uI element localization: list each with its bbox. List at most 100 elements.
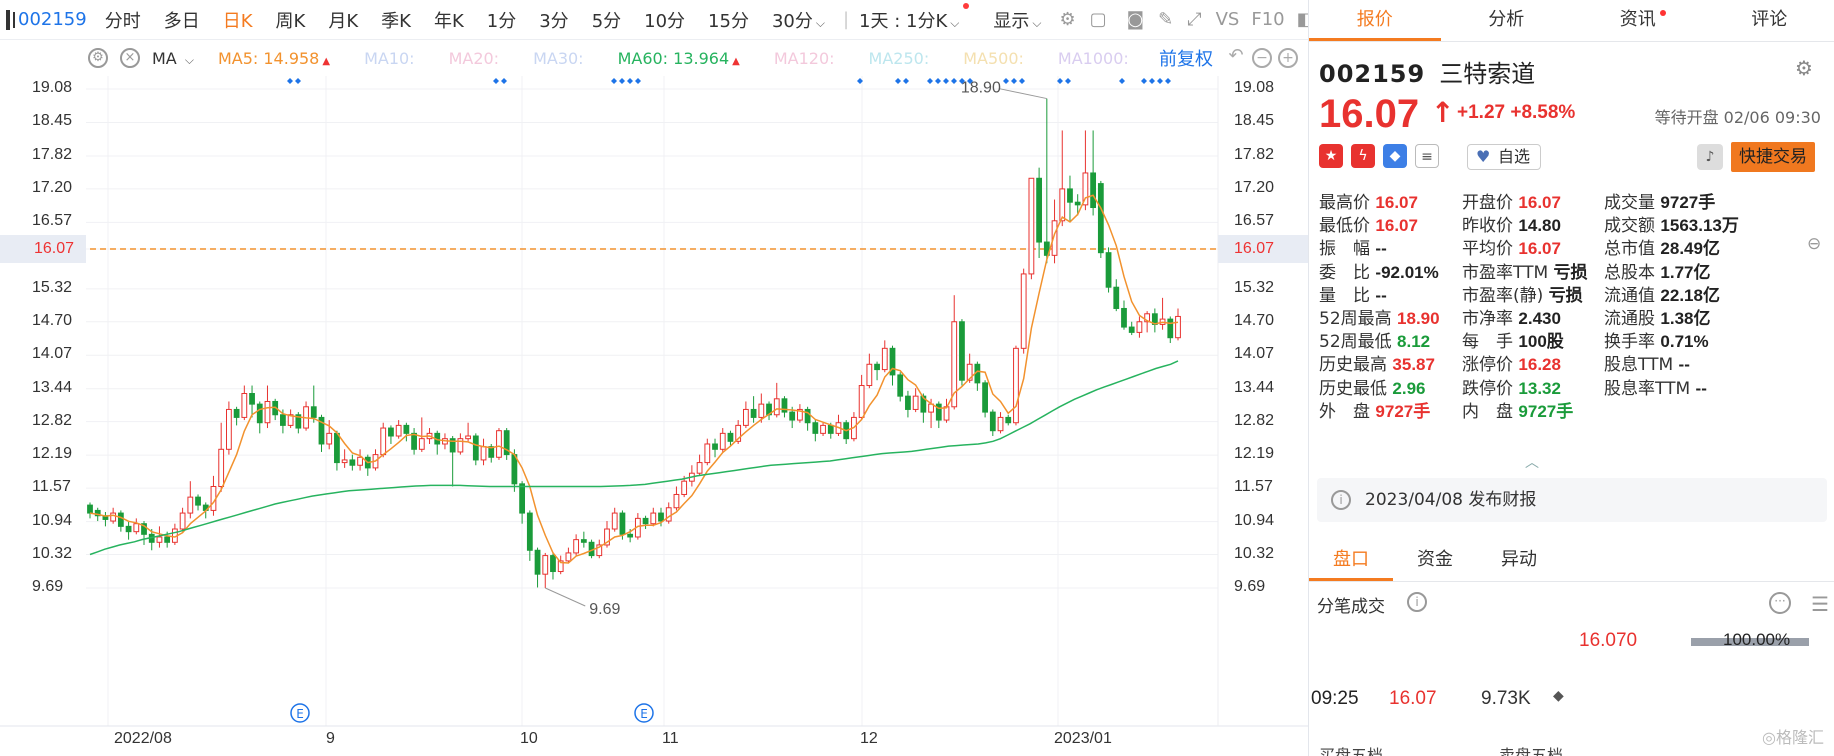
period-tab[interactable]: 月K <box>328 7 358 33</box>
range-dropdown[interactable]: 1天 : 1分K ⌵ <box>859 2 970 33</box>
tab-3[interactable]: 评论 <box>1704 0 1834 41</box>
notes-icon[interactable]: ≡ <box>1415 144 1439 168</box>
collapse-icon[interactable]: ︿ <box>1525 452 1539 472</box>
tab-1[interactable]: 分析 <box>1441 0 1573 41</box>
tick-volume: 9.73K <box>1481 688 1531 709</box>
stat-value: 9727手 <box>1518 401 1574 421</box>
event-diamond-icon[interactable] <box>935 78 941 84</box>
event-diamond-icon[interactable] <box>295 78 301 84</box>
period-tab[interactable]: 5分 <box>592 7 621 33</box>
event-diamond-icon[interactable] <box>895 78 901 84</box>
earnings-event-icon[interactable]: E <box>290 703 310 723</box>
subtab-1[interactable]: 资金 <box>1393 540 1477 581</box>
candle <box>766 401 772 421</box>
event-diamond-icon[interactable] <box>943 78 949 84</box>
event-diamond-icon[interactable] <box>287 78 293 84</box>
event-diamond-icon[interactable] <box>951 78 957 84</box>
stat-value: 18.90 <box>1397 309 1440 328</box>
event-diamond-icon[interactable] <box>1065 78 1071 84</box>
candle <box>550 552 556 580</box>
tab-2[interactable]: 资讯 <box>1572 0 1704 41</box>
event-diamond-icon[interactable] <box>493 78 499 84</box>
kline-chart[interactable]: 18.90 9.69 E E <box>0 76 1308 756</box>
period-tab[interactable]: 年K <box>434 7 464 33</box>
candle <box>303 401 309 431</box>
earnings-event-icon[interactable]: E <box>634 703 654 723</box>
quote-actions: ★ ϟ ◆ ≡ ♥ 自选 ♪ 快捷交易 <box>1319 140 1825 172</box>
gear-icon[interactable]: ⚙ <box>1795 56 1819 80</box>
zoom-out-icon[interactable]: − <box>1252 48 1272 68</box>
event-diamond-icon[interactable] <box>1165 78 1171 84</box>
candle-body <box>179 512 186 530</box>
candle <box>102 512 109 527</box>
candle <box>195 494 201 511</box>
ma-selector[interactable]: MA ⌵ <box>152 49 194 68</box>
settings-icon[interactable]: ⚙ <box>1059 9 1075 31</box>
candle <box>835 414 842 437</box>
candle <box>418 417 425 452</box>
event-diamond-icon[interactable] <box>619 78 625 84</box>
event-diamond-icon[interactable] <box>501 78 507 84</box>
candle-body <box>719 432 726 450</box>
candle-body <box>580 539 587 543</box>
subtab-2[interactable]: 异动 <box>1477 540 1561 581</box>
y-tick-label: 18.45 <box>32 112 73 130</box>
watchlist-button[interactable]: ♥ 自选 <box>1467 144 1541 170</box>
event-diamond-icon[interactable] <box>1141 78 1147 84</box>
event-diamond-icon[interactable] <box>611 78 617 84</box>
period-tab[interactable]: 15分 <box>708 7 749 33</box>
stock-code[interactable]: 002159 <box>18 9 87 30</box>
compare-button[interactable]: VS <box>1216 9 1240 30</box>
more-icon[interactable]: ··· <box>1769 592 1791 614</box>
candle-body <box>1097 183 1104 254</box>
rectangle-icon[interactable]: ▢ <box>1090 9 1107 31</box>
quick-trade-button[interactable]: 快捷交易 <box>1731 142 1815 172</box>
tag-icon[interactable]: ◆ <box>1383 144 1407 168</box>
bell-icon[interactable]: ♪ <box>1697 144 1723 170</box>
period-tab[interactable]: 10分 <box>644 7 685 33</box>
event-diamond-icon[interactable] <box>635 78 641 84</box>
f10-button[interactable]: F10 <box>1251 9 1284 30</box>
fullscreen-icon[interactable]: ⤢ <box>1187 9 1201 31</box>
undo-icon[interactable]: ↶ <box>1226 47 1246 68</box>
period-tab[interactable]: 分时 <box>105 7 141 33</box>
period-tab[interactable]: 周K <box>276 7 306 33</box>
event-diamond-icon[interactable] <box>1149 78 1155 84</box>
info-icon[interactable]: i <box>1407 592 1427 612</box>
candle-body <box>326 432 333 445</box>
stat-value: 8.12 <box>1397 332 1431 352</box>
menu-icon[interactable]: ☰ <box>1811 592 1829 616</box>
period-tab[interactable]: 日K <box>223 7 253 33</box>
event-diamond-icon[interactable] <box>927 78 933 84</box>
sidebar-toggle-icon[interactable] <box>6 9 15 30</box>
period-tab[interactable]: 1分 <box>487 7 516 33</box>
close-icon[interactable]: × <box>120 48 140 68</box>
event-diamond-icon[interactable] <box>1019 78 1025 84</box>
event-diamond-icon[interactable] <box>1157 78 1163 84</box>
tab-0[interactable]: 报价 <box>1309 0 1441 41</box>
event-diamond-icon[interactable] <box>1119 78 1125 84</box>
more-icon[interactable]: ⊖ <box>1807 234 1821 254</box>
lightning-icon[interactable]: ϟ <box>1351 144 1375 168</box>
period-tab[interactable]: 多日 <box>164 7 200 33</box>
zoom-in-icon[interactable]: + <box>1278 48 1298 68</box>
stat-label: 成交额 <box>1604 216 1655 237</box>
earnings-notice[interactable]: i 2023/04/08 发布财报 <box>1317 478 1827 522</box>
gear-icon[interactable]: ⚙ <box>88 48 108 68</box>
event-diamond-icon[interactable] <box>627 78 633 84</box>
event-diamond-icon[interactable] <box>903 78 909 84</box>
period-tab[interactable]: 季K <box>381 7 411 33</box>
subtab-0[interactable]: 盘口 <box>1309 540 1393 581</box>
candle-body <box>334 432 340 464</box>
event-diamond-icon[interactable] <box>1011 78 1017 84</box>
display-dropdown[interactable]: 显示 ⌵ <box>993 7 1041 33</box>
adjust-button[interactable]: 前复权 <box>1159 45 1213 71</box>
ma60-label: MA60: <box>617 48 669 68</box>
event-diamond-icon[interactable] <box>1003 78 1009 84</box>
china-flag-icon[interactable]: ★ <box>1319 144 1343 168</box>
period-tab[interactable]: 3分 <box>539 7 568 33</box>
stat-value: 16.07 <box>1518 239 1561 259</box>
camera-icon[interactable]: ◙ <box>1127 9 1144 31</box>
period-30min-dropdown[interactable]: 30分 ⌵ <box>772 7 825 33</box>
pencil-icon[interactable]: ✎ <box>1158 9 1173 31</box>
